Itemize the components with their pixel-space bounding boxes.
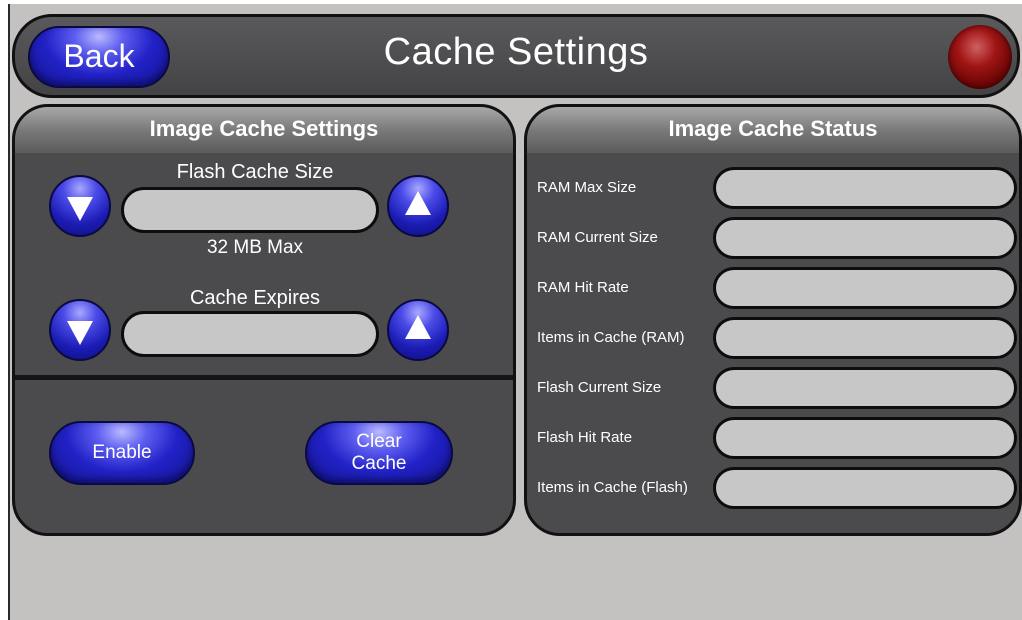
clear-cache-button[interactable]: Clear Cache bbox=[305, 421, 453, 485]
status-value-flash-hit-rate bbox=[713, 417, 1017, 459]
section-divider bbox=[15, 375, 513, 380]
status-label-items-in-cache-ram: Items in Cache (RAM) bbox=[537, 329, 685, 346]
up-triangle-icon bbox=[405, 315, 431, 339]
up-triangle-icon bbox=[405, 191, 431, 215]
down-triangle-icon bbox=[67, 197, 93, 221]
status-label-flash-hit-rate: Flash Hit Rate bbox=[537, 429, 633, 446]
status-value-ram-max-size bbox=[713, 167, 1017, 209]
status-label-ram-hit-rate: RAM Hit Rate bbox=[537, 279, 629, 296]
clear-cache-label-line2: Cache bbox=[351, 453, 407, 474]
flash-cache-size-decrease-button[interactable] bbox=[49, 175, 111, 237]
status-value-flash-current-size bbox=[713, 367, 1017, 409]
status-label-ram-current-size: RAM Current Size bbox=[537, 229, 658, 246]
image-cache-settings-title: Image Cache Settings bbox=[15, 107, 513, 153]
flash-cache-size-note: 32 MB Max bbox=[206, 237, 304, 258]
cache-expires-decrease-button[interactable] bbox=[49, 299, 111, 361]
status-value-items-in-cache-ram bbox=[713, 317, 1017, 359]
status-value-ram-hit-rate bbox=[713, 267, 1017, 309]
status-label-flash-current-size: Flash Current Size bbox=[537, 379, 662, 396]
enable-button[interactable]: Enable bbox=[49, 421, 195, 485]
status-label-ram-max-size: RAM Max Size bbox=[537, 179, 637, 196]
title-bar: Back Cache Settings bbox=[12, 14, 1020, 98]
cache-expires-display bbox=[121, 311, 379, 357]
cache-expires-increase-button[interactable] bbox=[387, 299, 449, 361]
image-cache-status-title: Image Cache Status bbox=[527, 107, 1019, 153]
image-cache-settings-panel: Image Cache Settings Flash Cache Size 32… bbox=[12, 104, 516, 536]
status-label-items-in-cache-flash: Items in Cache (Flash) bbox=[537, 479, 688, 496]
page-title: Cache Settings bbox=[383, 31, 649, 73]
flash-cache-size-increase-button[interactable] bbox=[387, 175, 449, 237]
status-value-items-in-cache-flash bbox=[713, 467, 1017, 509]
status-value-ram-current-size bbox=[713, 217, 1017, 259]
image-cache-status-panel: Image Cache Status RAM Max Size RAM Curr… bbox=[524, 104, 1022, 536]
down-triangle-icon bbox=[67, 321, 93, 345]
clear-cache-label-line1: Clear bbox=[356, 431, 402, 452]
flash-cache-size-label: Flash Cache Size bbox=[176, 161, 334, 183]
flash-cache-size-display bbox=[121, 187, 379, 233]
status-led-icon bbox=[948, 25, 1012, 89]
cache-expires-label: Cache Expires bbox=[189, 287, 321, 309]
